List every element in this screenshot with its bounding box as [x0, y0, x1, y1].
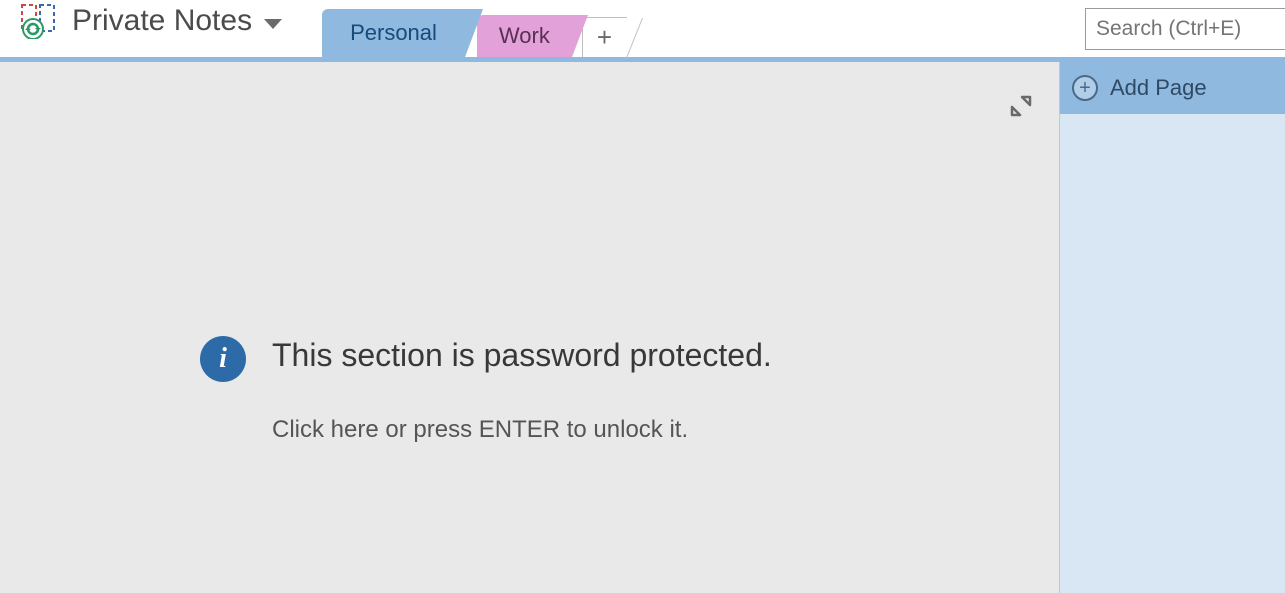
plus-circle-icon: +: [1072, 75, 1098, 101]
chevron-down-icon: [264, 19, 282, 29]
notebook-title: Private Notes: [72, 4, 252, 38]
tab-label: Personal: [350, 20, 437, 46]
page-panel: + Add Page: [1060, 62, 1285, 593]
message-heading: This section is password protected.: [272, 332, 772, 378]
message-subtext: Click here or press ENTER to unlock it.: [272, 416, 772, 444]
tab-personal[interactable]: Personal: [322, 9, 465, 57]
add-page-label: Add Page: [1110, 75, 1207, 101]
content-area[interactable]: i This section is password protected. Cl…: [0, 62, 1060, 593]
notebook-sync-icon: [20, 3, 58, 39]
search-input[interactable]: [1085, 8, 1285, 50]
add-section-tab[interactable]: +: [582, 17, 627, 57]
body: i This section is password protected. Cl…: [0, 62, 1285, 593]
plus-icon: +: [597, 22, 612, 53]
section-tabs: Personal Work +: [322, 0, 627, 57]
tab-label: Work: [499, 23, 550, 49]
top-bar: Private Notes Personal Work +: [0, 0, 1285, 62]
notebook-selector[interactable]: Private Notes: [0, 0, 302, 57]
locked-message: i This section is password protected. Cl…: [200, 332, 939, 444]
add-page-button[interactable]: + Add Page: [1060, 62, 1285, 114]
tab-work[interactable]: Work: [477, 15, 572, 57]
fullscreen-icon[interactable]: [1009, 94, 1033, 118]
info-icon: i: [200, 336, 246, 382]
message-text: This section is password protected. Clic…: [272, 332, 772, 444]
